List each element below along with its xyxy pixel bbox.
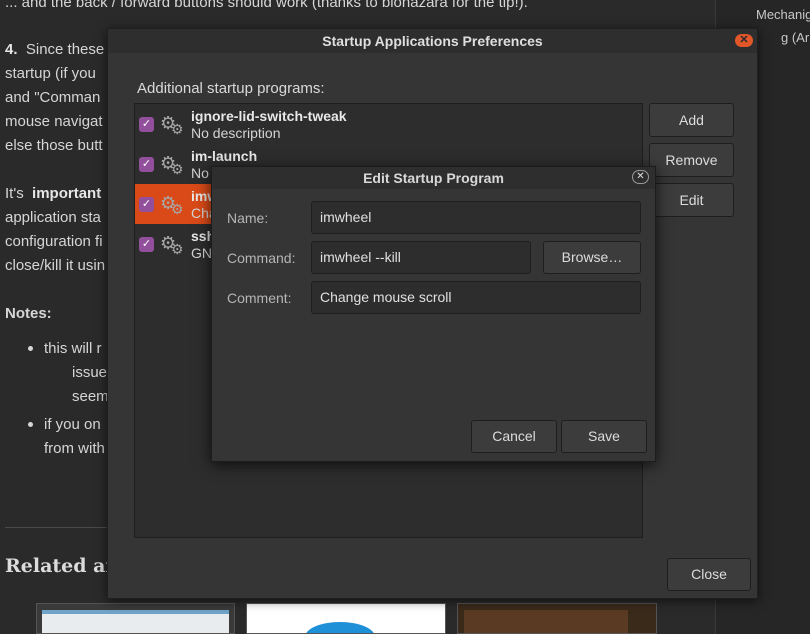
gears-icon: ⚙ ⚙ xyxy=(160,153,184,177)
article-important-line: It's important xyxy=(5,185,101,202)
browse-button[interactable]: Browse… xyxy=(543,241,641,274)
checkmark-icon[interactable]: ✓ xyxy=(139,157,154,172)
article-line: close/kill it usin xyxy=(5,257,106,274)
article-line: and "Comman xyxy=(5,89,101,106)
checkmark-icon[interactable]: ✓ xyxy=(139,117,154,132)
article-line: startup (if you xyxy=(5,65,96,82)
save-button[interactable]: Save xyxy=(561,420,647,453)
checkmark-icon[interactable]: ✓ xyxy=(139,197,154,212)
comment-label: Comment: xyxy=(227,290,292,306)
list-item[interactable]: ✓ ⚙ ⚙ ignore-lid-switch-tweak No descript… xyxy=(135,104,642,144)
gears-icon: ⚙ ⚙ xyxy=(160,193,184,217)
article-bold-text: important xyxy=(32,185,102,202)
section-label: Additional startup programs: xyxy=(137,80,325,97)
cancel-button[interactable]: Cancel xyxy=(471,420,557,453)
paragraph-number: 4. xyxy=(5,41,18,58)
dialog-titlebar: Edit Startup Program xyxy=(212,167,655,189)
close-icon[interactable]: ✕ xyxy=(735,34,753,47)
close-button[interactable]: Close xyxy=(667,558,751,591)
comment-field[interactable]: Change mouse scroll xyxy=(311,281,641,314)
article-paragraph-4: 4. Since these xyxy=(5,41,104,58)
command-field[interactable]: imwheel --kill xyxy=(311,241,531,274)
article-line: from with xyxy=(44,440,105,457)
article-line: else those butt xyxy=(5,137,103,154)
article-line: this will r xyxy=(44,340,102,357)
article-line: mouse navigat xyxy=(5,113,103,130)
program-description: No description xyxy=(191,125,281,141)
bullet-icon xyxy=(28,422,33,427)
edit-button[interactable]: Edit xyxy=(649,183,734,217)
close-icon[interactable]: ✕ xyxy=(632,170,649,184)
remove-button[interactable]: Remove xyxy=(649,143,734,177)
program-name: ignore-lid-switch-tweak xyxy=(191,108,347,124)
notes-heading: Notes: xyxy=(5,305,52,322)
screen: ... and the back / forward buttons shoul… xyxy=(0,0,810,634)
program-name: im-launch xyxy=(191,148,258,164)
checkmark-icon[interactable]: ✓ xyxy=(139,237,154,252)
related-article-thumbnail[interactable] xyxy=(457,603,657,634)
gears-icon: ⚙ ⚙ xyxy=(160,113,184,137)
related-article-thumbnail[interactable] xyxy=(246,603,446,634)
sidebar-text: g (Ar xyxy=(781,30,810,45)
article-line: application sta xyxy=(5,209,101,226)
dialog-title: Edit Startup Program xyxy=(363,170,504,186)
article-line: ... and the back / forward buttons shoul… xyxy=(5,0,528,11)
command-label: Command: xyxy=(227,250,296,266)
window-titlebar: Startup Applications Preferences xyxy=(108,29,757,53)
article-text: It's xyxy=(5,185,24,202)
gears-icon: ⚙ ⚙ xyxy=(160,233,184,257)
window-title: Startup Applications Preferences xyxy=(322,33,543,49)
bullet-icon xyxy=(28,346,33,351)
edit-startup-program-dialog: Edit Startup Program ✕ Name: imwheel Com… xyxy=(211,166,656,462)
related-article-thumbnail[interactable] xyxy=(36,603,235,634)
add-button[interactable]: Add xyxy=(649,103,734,137)
article-line: if you on xyxy=(44,416,101,433)
divider xyxy=(5,527,110,528)
program-description: GN xyxy=(191,245,212,261)
article-line: configuration fi xyxy=(5,233,103,250)
program-description: No xyxy=(191,165,209,181)
name-field[interactable]: imwheel xyxy=(311,201,641,234)
sidebar-text: Mechanig xyxy=(756,7,810,22)
name-label: Name: xyxy=(227,210,269,226)
article-text: Since these xyxy=(25,41,105,58)
